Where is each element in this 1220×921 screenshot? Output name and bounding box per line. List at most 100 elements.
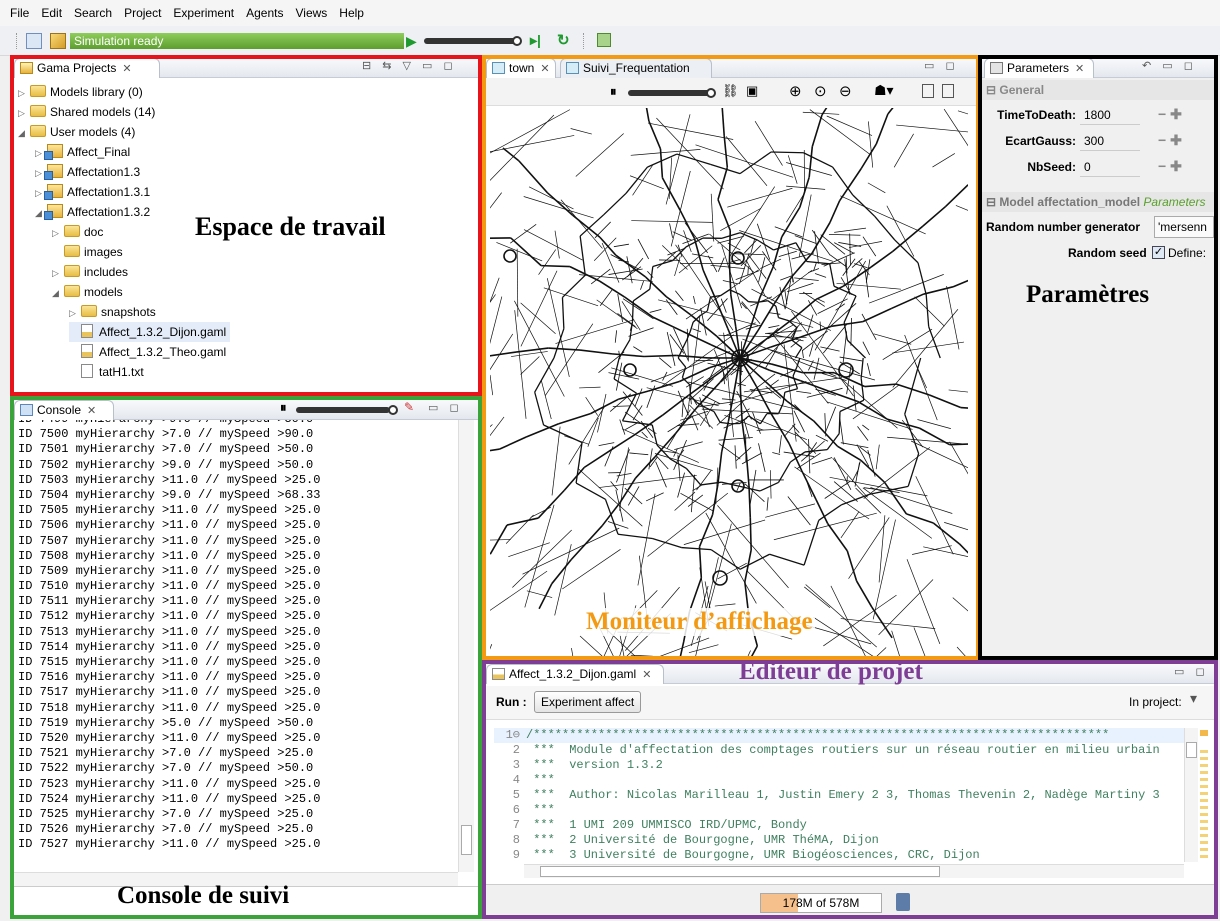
param-stepper[interactable]: − ✚: [1158, 158, 1182, 175]
tab-gama-projects[interactable]: Gama Projects ✕: [14, 58, 160, 78]
view-controls[interactable]: ▭ ◻: [428, 401, 463, 414]
close-icon[interactable]: ✕: [122, 63, 131, 75]
rng-select[interactable]: 'mersenn: [1154, 216, 1214, 238]
pause-icon[interactable]: ⏸: [610, 84, 617, 100]
folder-icon: [64, 285, 80, 297]
tree-item-label: Affect_1.3.2_Dijon.gaml: [99, 325, 227, 339]
display-slider-knob[interactable]: [706, 88, 716, 98]
param-stepper[interactable]: − ✚: [1158, 106, 1182, 123]
scroll-thumb[interactable]: [461, 825, 472, 855]
tree-item[interactable]: ▷ includes: [52, 262, 128, 282]
zoom-out-icon[interactable]: ⊖: [839, 82, 852, 100]
menu-views[interactable]: Views: [289, 6, 333, 20]
model-section[interactable]: ⊟ Model affectation_model Parameters: [982, 192, 1214, 212]
agents-icon[interactable]: ☗▾: [874, 82, 894, 99]
code-editor[interactable]: 1⊖ /*************************************…: [494, 728, 1184, 864]
gc-trash-icon[interactable]: [896, 893, 910, 911]
view-controls[interactable]: ⊟ ⇆ ▽ ▭ ◻: [362, 59, 457, 72]
speed-slider-knob[interactable]: [512, 36, 522, 46]
stop-icon[interactable]: [597, 33, 611, 47]
tab-town[interactable]: town ✕: [486, 58, 556, 78]
tab-suivi-frequentation[interactable]: Suivi_Frequentation: [560, 58, 712, 78]
step-icon[interactable]: ▸|: [530, 32, 541, 49]
road-network-map[interactable]: [490, 108, 968, 656]
console-line: ID 7506 myHierarchy >11.0 // mySpeed >25…: [18, 518, 321, 533]
tree-item[interactable]: ▷ Affect_Final: [35, 142, 130, 162]
menu-agents[interactable]: Agents: [240, 6, 289, 20]
view-controls[interactable]: ▭ ◻: [1174, 665, 1209, 678]
param-stepper[interactable]: − ✚: [1158, 132, 1182, 149]
expand-arrow-icon[interactable]: ▷: [18, 103, 30, 123]
close-icon[interactable]: ✕: [1075, 63, 1084, 75]
tree-item[interactable]: ▷ Shared models (14): [18, 102, 155, 122]
seed-checkbox[interactable]: ✓: [1152, 246, 1165, 259]
heap-indicator[interactable]: 178M of 578M: [760, 893, 882, 913]
tree-item-label: Affectation1.3.1: [67, 185, 151, 199]
close-icon[interactable]: ✕: [642, 669, 651, 681]
menu-help[interactable]: Help: [333, 6, 370, 20]
tab-parameters[interactable]: Parameters ✕: [984, 58, 1094, 78]
tree-item[interactable]: ▷ Models library (0): [18, 82, 143, 102]
pause-icon[interactable]: ⏸: [280, 400, 287, 416]
menu-experiment[interactable]: Experiment: [167, 6, 240, 20]
layout-left-icon[interactable]: [922, 84, 934, 98]
console-vscrollbar[interactable]: [458, 420, 474, 872]
tab-console[interactable]: Console ✕: [14, 400, 114, 420]
hscroll-thumb[interactable]: [540, 866, 940, 877]
tree-item[interactable]: ▷ Affectation1.3: [35, 162, 140, 182]
console-line: ID 7527 myHierarchy >11.0 // mySpeed >25…: [18, 837, 321, 852]
tree-item[interactable]: ◢ models: [52, 282, 123, 302]
display-slider[interactable]: [628, 90, 712, 96]
menu-project[interactable]: Project: [118, 6, 167, 20]
projects-icon: [20, 62, 33, 74]
menu-edit[interactable]: Edit: [35, 6, 68, 20]
experiment-icon[interactable]: [50, 33, 66, 49]
expand-arrow-icon[interactable]: ▷: [69, 303, 81, 323]
expand-arrow-icon[interactable]: ◢: [18, 123, 30, 143]
tree-item[interactable]: ◢ Affectation1.3.2: [35, 202, 150, 222]
tree-item[interactable]: tatH1.txt: [69, 362, 144, 382]
toolbar: Simulation ready ▶ ▸| ↻: [0, 26, 1220, 56]
view-controls[interactable]: ↶ ▭ ◻: [1142, 59, 1197, 72]
tree-item[interactable]: Affect_1.3.2_Dijon.gaml: [69, 322, 231, 342]
sync-icon[interactable]: ⛓: [722, 83, 739, 99]
tree-item[interactable]: Affect_1.3.2_Theo.gaml: [69, 342, 226, 362]
expand-arrow-icon[interactable]: ▷: [52, 263, 64, 283]
snapshot-icon[interactable]: ▣: [746, 83, 758, 99]
play-icon[interactable]: ▶: [406, 33, 417, 50]
expand-arrow-icon[interactable]: ◢: [52, 283, 64, 303]
menu-file[interactable]: File: [4, 6, 35, 20]
projects-tabbar: Gama Projects ✕ ⊟ ⇆ ▽ ▭ ◻: [12, 56, 480, 78]
scroll-thumb[interactable]: [1186, 742, 1197, 758]
menu-search[interactable]: Search: [68, 6, 118, 20]
view-controls[interactable]: ▭ ◻: [924, 59, 959, 72]
param-value-field[interactable]: 1800: [1080, 105, 1140, 125]
editor-vscrollbar[interactable]: [1184, 728, 1198, 862]
heap-label: 178M of 578M: [782, 896, 860, 910]
speed-slider[interactable]: [424, 38, 518, 44]
tab-gaml-file[interactable]: Affect_1.3.2_Dijon.gaml ✕: [486, 664, 664, 684]
console-slider[interactable]: [296, 407, 390, 413]
expand-arrow-icon[interactable]: ▷: [18, 83, 30, 103]
zoom-fit-icon[interactable]: ⊙: [814, 82, 827, 100]
layout-right-icon[interactable]: [942, 84, 954, 98]
close-icon[interactable]: ✕: [87, 405, 96, 417]
param-value-field[interactable]: 0: [1080, 157, 1140, 177]
expand-arrow-icon[interactable]: ▷: [52, 223, 64, 243]
general-section[interactable]: ⊟ General: [982, 80, 1214, 100]
experiment-button[interactable]: Experiment affect: [534, 691, 642, 713]
tree-item[interactable]: ▷ doc: [52, 222, 103, 242]
zoom-in-icon[interactable]: ⊕: [789, 82, 802, 100]
tree-item[interactable]: ▷ Affectation1.3.1: [35, 182, 150, 202]
clear-icon[interactable]: ✎: [404, 400, 414, 414]
close-icon[interactable]: ✕: [540, 63, 549, 75]
reload-icon[interactable]: ↻: [557, 31, 570, 49]
tree-item[interactable]: ◢ User models (4): [18, 122, 135, 142]
layout-icon[interactable]: [26, 33, 42, 49]
editor-hscrollbar[interactable]: [524, 864, 1184, 878]
console-slider-knob[interactable]: [388, 405, 398, 415]
param-value-field[interactable]: 300: [1080, 131, 1140, 151]
tree-item[interactable]: ▷ snapshots: [69, 302, 156, 322]
in-project-dropdown[interactable]: ▾: [1190, 690, 1197, 707]
tree-item[interactable]: images: [52, 242, 123, 262]
